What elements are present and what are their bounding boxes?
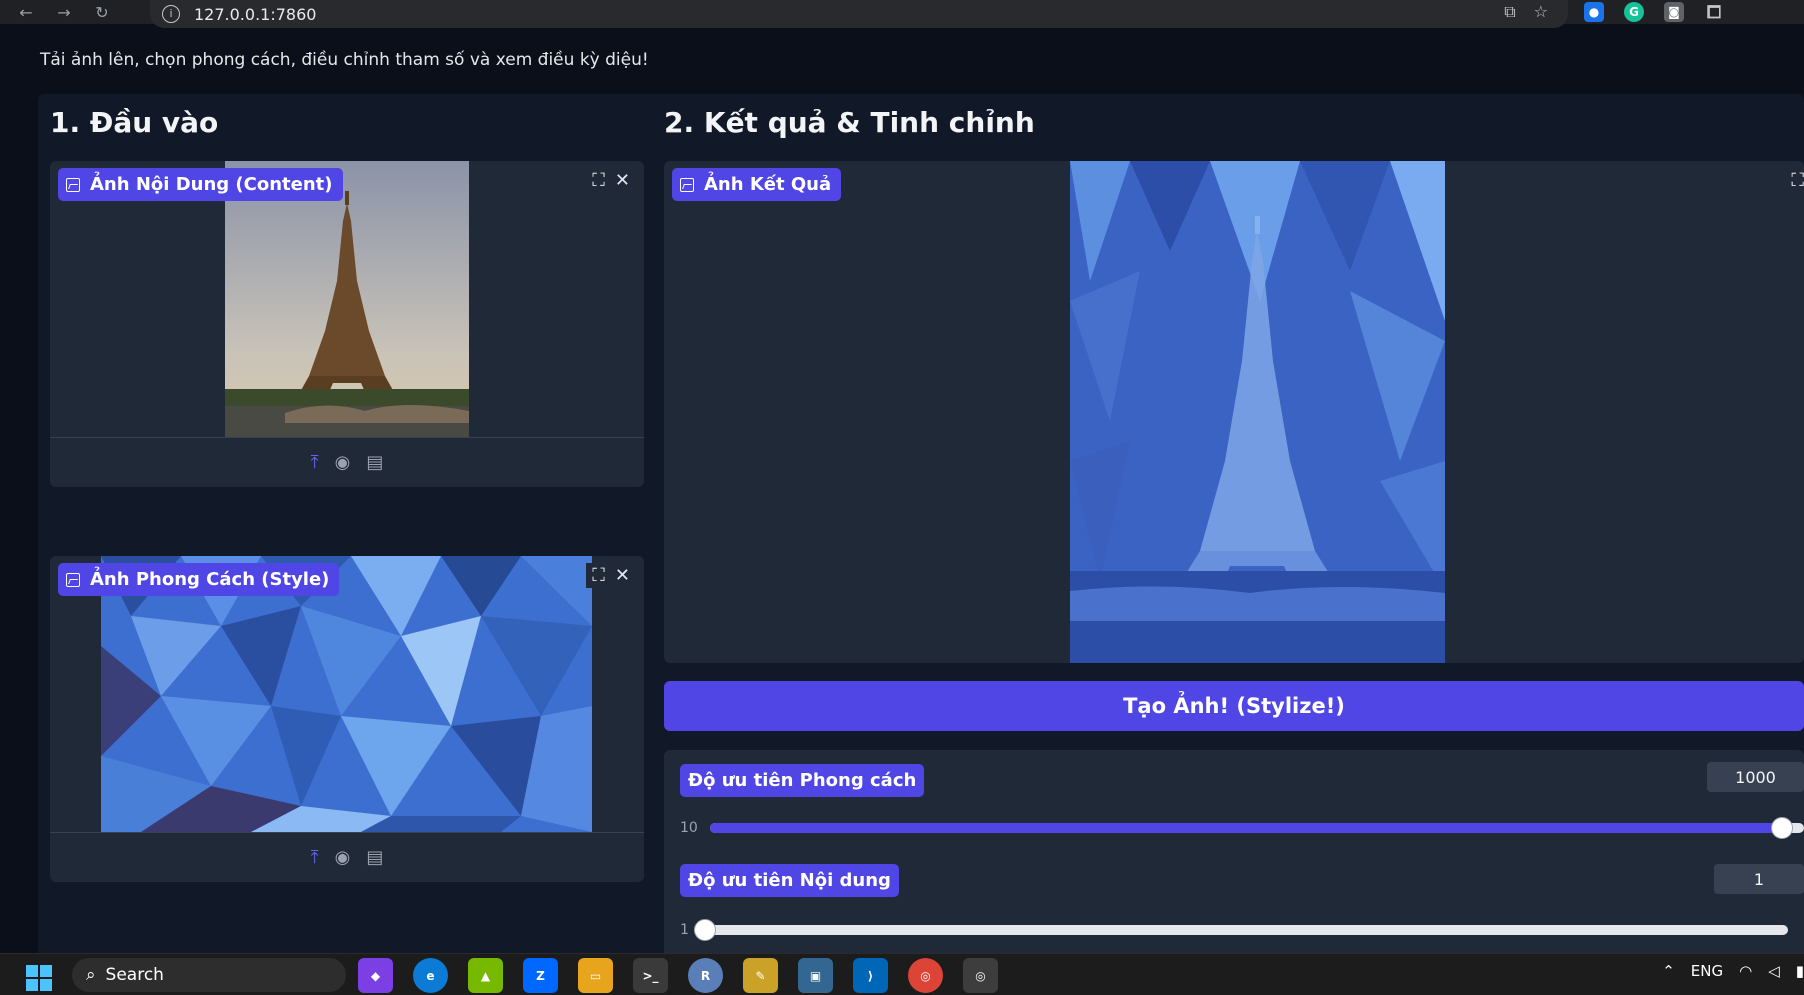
url-text[interactable]: 127.0.0.1:7860 bbox=[194, 5, 316, 24]
image-icon bbox=[66, 177, 80, 192]
tools-icon[interactable]: ✎ bbox=[743, 958, 778, 993]
webcam-icon[interactable]: ◉ bbox=[335, 452, 351, 473]
grammarly-icon[interactable]: G bbox=[1624, 2, 1644, 22]
style-weight-thumb[interactable] bbox=[1771, 817, 1793, 839]
content-image-label: Ảnh Nội Dung (Content) bbox=[90, 174, 333, 195]
polygon-style-image bbox=[101, 556, 592, 832]
content-image-tag: Ảnh Nội Dung (Content) bbox=[58, 168, 343, 201]
language-indicator[interactable]: ENG bbox=[1691, 962, 1723, 980]
content-weight-label: Độ ưu tiên Nội dung bbox=[680, 864, 899, 897]
content-image-panel[interactable]: Ảnh Nội Dung (Content) ⛶ ✕ ⤒ ◉ ▤ bbox=[50, 161, 644, 487]
taskbar-search-box[interactable]: ⌕ Search bbox=[72, 958, 346, 992]
edge-browser-icon[interactable]: e bbox=[413, 958, 448, 993]
bookmark-star-icon[interactable]: ☆ bbox=[1534, 2, 1548, 22]
style-weight-input[interactable] bbox=[1707, 762, 1804, 792]
output-heading: 2. Kết quả & Tinh chỉnh bbox=[664, 106, 1035, 139]
address-bar[interactable]: i 127.0.0.1:7860 ⧉ ☆ bbox=[150, 0, 1568, 28]
windows-start-icon[interactable] bbox=[26, 965, 52, 991]
style-weight-fill bbox=[710, 823, 1782, 833]
wifi-icon[interactable]: ◠ bbox=[1739, 962, 1752, 980]
page-subtitle: Tải ảnh lên, chọn phong cách, điều chỉnh… bbox=[40, 50, 649, 70]
content-weight-min: 1 bbox=[680, 922, 689, 938]
style-weight-min: 10 bbox=[680, 820, 698, 836]
style-image-tag: Ảnh Phong Cách (Style) bbox=[58, 563, 340, 596]
chevron-up-icon[interactable]: ⌃ bbox=[1662, 962, 1675, 980]
zalo-icon[interactable]: Z bbox=[523, 958, 558, 993]
droplet-extension-icon[interactable]: ● bbox=[1584, 2, 1604, 22]
input-heading: 1. Đầu vào bbox=[50, 106, 219, 139]
search-icon: ⌕ bbox=[86, 965, 96, 985]
nvidia-icon[interactable]: ▲ bbox=[468, 958, 503, 993]
postgresql-icon[interactable]: ▣ bbox=[798, 958, 833, 993]
camera-extension-icon[interactable]: ◙ bbox=[1664, 2, 1684, 22]
close-icon[interactable]: ✕ bbox=[615, 565, 630, 586]
stylized-result-image bbox=[1070, 161, 1445, 663]
clipboard-icon[interactable]: ▤ bbox=[366, 847, 383, 868]
eiffel-tower-photo bbox=[225, 161, 469, 437]
fullscreen-icon[interactable]: ⛶ bbox=[592, 170, 605, 191]
taskbar-search-label: Search bbox=[105, 965, 164, 985]
webcam-icon[interactable]: ◉ bbox=[335, 847, 351, 868]
terminal-icon[interactable]: >_ bbox=[633, 958, 668, 993]
forward-arrow-icon[interactable]: → bbox=[54, 3, 74, 22]
copilot-icon[interactable]: ◆ bbox=[358, 958, 393, 993]
clipboard-icon[interactable]: ▤ bbox=[366, 452, 383, 473]
content-weight-input[interactable] bbox=[1714, 864, 1804, 894]
result-image-panel[interactable]: Ảnh Kết Quả ⛶ bbox=[664, 161, 1804, 663]
site-info-icon[interactable]: i bbox=[162, 5, 180, 23]
result-image-tag: Ảnh Kết Quả bbox=[672, 168, 842, 201]
parameters-panel: Độ ưu tiên Phong cách 10 Độ ưu tiên Nội … bbox=[664, 750, 1804, 965]
reload-icon[interactable]: ↻ bbox=[92, 3, 112, 22]
file-explorer-icon[interactable]: ▭ bbox=[578, 958, 613, 993]
chrome-profile-icon[interactable]: ◎ bbox=[963, 958, 998, 993]
back-arrow-icon[interactable]: ← bbox=[16, 3, 36, 22]
content-weight-thumb[interactable] bbox=[694, 919, 716, 941]
fullscreen-icon[interactable]: ⛶ bbox=[1791, 170, 1804, 191]
stylize-button[interactable]: Tạo Ảnh! (Stylize!) bbox=[664, 681, 1804, 731]
content-weight-slider[interactable] bbox=[694, 919, 1788, 941]
translate-icon[interactable]: ⧉ bbox=[1504, 2, 1515, 22]
app-page: Tải ảnh lên, chọn phong cách, điều chỉnh… bbox=[0, 28, 1804, 965]
windows-taskbar: ⌕ Search ◆ e ▲ Z ▭ >_ R ✎ ▣ ⟩ ◎ ◎ ⌃ ENG … bbox=[0, 953, 1804, 995]
image-icon bbox=[680, 177, 694, 192]
image-icon bbox=[66, 572, 80, 587]
upload-icon[interactable]: ⤒ bbox=[311, 452, 319, 473]
style-image-panel[interactable]: Ảnh Phong Cách (Style) ⛶ ✕ ⤒ ◉ ▤ bbox=[50, 556, 644, 882]
style-weight-slider[interactable] bbox=[710, 817, 1804, 839]
style-weight-label: Độ ưu tiên Phong cách bbox=[680, 764, 925, 797]
battery-icon[interactable]: ▮ bbox=[1796, 962, 1804, 980]
puzzle-extensions-icon[interactable]: ⧠ bbox=[1704, 2, 1724, 23]
close-icon[interactable]: ✕ bbox=[615, 170, 630, 191]
chrome-icon[interactable]: ◎ bbox=[908, 958, 943, 993]
style-image-label: Ảnh Phong Cách (Style) bbox=[90, 569, 330, 590]
result-image-label: Ảnh Kết Quả bbox=[704, 174, 832, 195]
r-language-icon[interactable]: R bbox=[688, 958, 723, 993]
upload-icon[interactable]: ⤒ bbox=[311, 847, 319, 868]
fullscreen-icon[interactable]: ⛶ bbox=[592, 565, 605, 586]
volume-icon[interactable]: ◁ bbox=[1768, 962, 1780, 980]
vscode-icon[interactable]: ⟩ bbox=[853, 958, 888, 993]
